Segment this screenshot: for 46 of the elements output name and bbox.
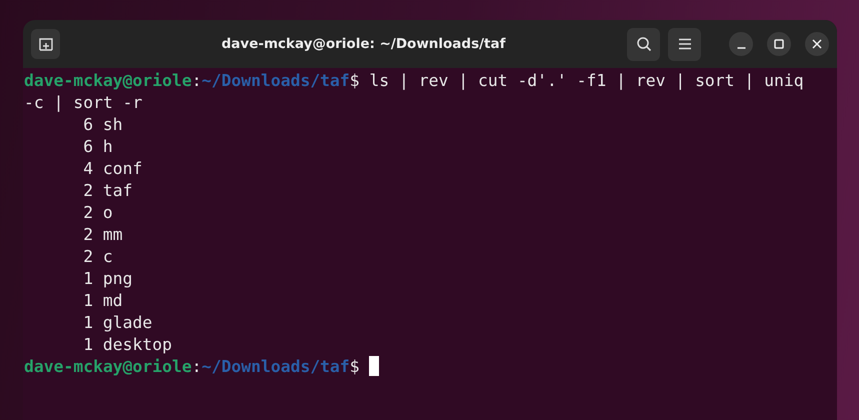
output-extension: h — [102, 137, 113, 156]
menu-icon — [678, 38, 692, 50]
maximize-icon — [774, 39, 784, 49]
prompt-symbol: $ — [350, 357, 360, 376]
prompt-separator: : — [192, 71, 202, 90]
new-tab-button[interactable] — [31, 29, 60, 59]
output-extension: conf — [102, 159, 142, 178]
output-extension: c — [102, 247, 113, 266]
command-text: ls | rev | cut -d'.' -f1 | rev | sort | uniq — [369, 71, 804, 90]
minimize-icon — [736, 46, 746, 48]
output-count: 4 — [82, 158, 94, 180]
output-extension: taf — [102, 181, 133, 200]
close-button[interactable] — [805, 32, 829, 56]
new-tab-icon — [38, 36, 54, 52]
output-count: 1 — [82, 312, 94, 334]
output-count: 1 — [82, 268, 94, 290]
prompt-path: ~/Downloads/taf — [202, 357, 350, 376]
output-extension: sh — [102, 115, 123, 134]
maximize-button[interactable] — [767, 32, 791, 56]
output-count: 2 — [82, 180, 94, 202]
prompt-path: ~/Downloads/taf — [202, 71, 350, 90]
command-text: -c | sort -r — [24, 93, 142, 112]
text-cursor — [369, 356, 380, 376]
search-button[interactable] — [627, 28, 660, 60]
menu-button[interactable] — [668, 28, 701, 60]
output-count: 2 — [82, 224, 94, 246]
output-count: 2 — [82, 246, 94, 268]
window-title: dave-mckay@oriole: ~/Downloads/taf — [220, 36, 507, 52]
minimize-button[interactable] — [729, 32, 753, 56]
output-extension: glade — [102, 313, 152, 332]
prompt-symbol: $ — [350, 71, 360, 90]
prompt-separator: : — [192, 357, 202, 376]
output-extension: png — [102, 269, 133, 288]
output-count: 2 — [82, 202, 94, 224]
output-extension: desktop — [102, 335, 172, 354]
close-icon — [812, 39, 822, 49]
prompt-user-host: dave-mckay@oriole — [24, 357, 192, 376]
output-count: 6 — [82, 136, 94, 158]
search-icon — [636, 36, 652, 52]
output-count: 1 — [82, 290, 94, 312]
prompt-user-host: dave-mckay@oriole — [24, 71, 192, 90]
output-count: 6 — [82, 114, 94, 136]
output-count: 1 — [82, 334, 94, 356]
output-extension: mm — [102, 225, 123, 244]
output-extension: o — [102, 203, 113, 222]
output-extension: md — [102, 291, 123, 310]
